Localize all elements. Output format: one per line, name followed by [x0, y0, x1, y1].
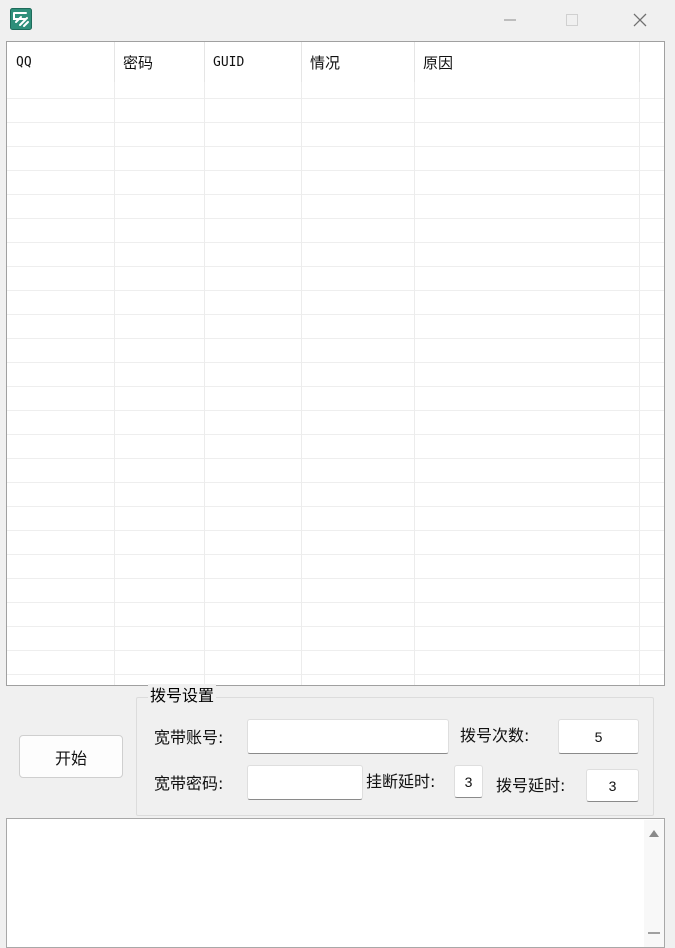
column-header-qq[interactable]: QQ	[7, 42, 114, 82]
hangup-delay-input[interactable]: 3	[454, 765, 483, 798]
list-header: QQ 密码 GUID 情况 原因	[7, 42, 664, 82]
hangup-delay-label: 挂断延时:	[366, 772, 436, 791]
minimize-button[interactable]	[488, 4, 532, 36]
maximize-button[interactable]	[550, 4, 594, 36]
header-separator	[639, 42, 640, 82]
log-output[interactable]	[6, 818, 665, 948]
dial-settings-title: 拨号设置	[148, 684, 217, 708]
close-button[interactable]	[618, 4, 662, 36]
start-button[interactable]: 开始	[19, 735, 123, 778]
dial-count-label: 拨号次数:	[460, 726, 530, 745]
column-header-password[interactable]: 密码	[114, 42, 204, 82]
close-icon	[633, 13, 647, 27]
scroll-up-icon[interactable]	[648, 828, 660, 838]
list-grid	[7, 42, 664, 685]
broadband-password-input[interactable]	[247, 765, 363, 800]
column-divider	[639, 42, 640, 685]
log-text	[13, 823, 633, 933]
account-list[interactable]: QQ 密码 GUID 情况 原因	[6, 41, 665, 686]
column-header-guid[interactable]: GUID	[204, 42, 301, 82]
column-header-reason[interactable]: 原因	[414, 42, 639, 82]
column-divider	[204, 42, 205, 685]
column-divider	[114, 42, 115, 685]
dial-delay-label: 拨号延时:	[496, 776, 566, 795]
title-bar	[0, 0, 675, 40]
maximize-icon	[566, 14, 578, 26]
minimize-icon	[504, 19, 516, 21]
column-divider	[414, 42, 415, 685]
scroll-thumb[interactable]	[648, 932, 660, 934]
log-scrollbar[interactable]	[644, 820, 664, 947]
dial-settings-group	[136, 697, 654, 816]
broadband-password-label: 宽带密码:	[154, 774, 224, 793]
app-icon	[10, 8, 32, 30]
broadband-account-label: 宽带账号:	[154, 728, 224, 747]
broadband-account-input[interactable]	[247, 719, 449, 754]
column-divider	[301, 42, 302, 685]
column-header-status[interactable]: 情况	[301, 42, 414, 82]
dial-count-input[interactable]: 5	[558, 719, 639, 754]
dial-delay-input[interactable]: 3	[586, 769, 639, 802]
